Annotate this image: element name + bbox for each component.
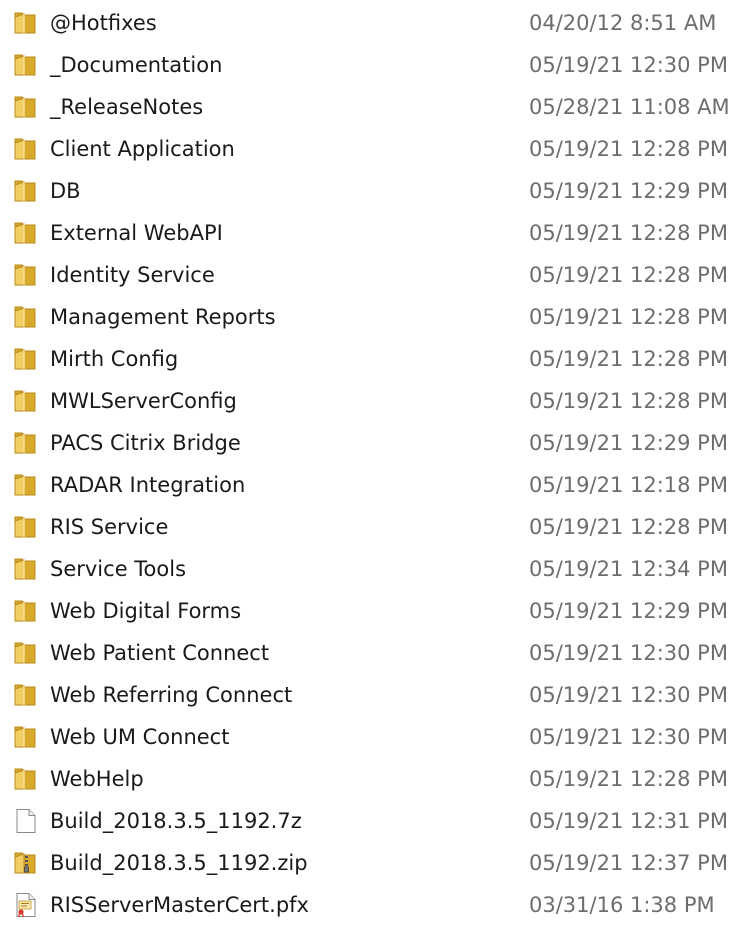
file-row[interactable]: RADAR Integration 05/19/21 12:18 PM xyxy=(0,464,730,506)
file-name: PACS Citrix Bridge xyxy=(50,431,241,455)
file-date: 05/19/21 12:29 PM xyxy=(529,179,728,203)
folder-icon xyxy=(12,346,40,372)
file-row[interactable]: DB 05/19/21 12:29 PM xyxy=(0,170,730,212)
file-name: MWLServerConfig xyxy=(50,389,237,413)
file-date: 05/19/21 12:30 PM xyxy=(529,53,728,77)
file-name: Management Reports xyxy=(50,305,276,329)
folder-icon xyxy=(12,52,40,78)
file-date: 05/19/21 12:29 PM xyxy=(529,431,728,455)
file-date: 05/19/21 12:28 PM xyxy=(529,263,728,287)
file-row[interactable]: RIS Service 05/19/21 12:28 PM xyxy=(0,506,730,548)
file-row[interactable]: Client Application 05/19/21 12:28 PM xyxy=(0,128,730,170)
file-date: 04/20/12 8:51 AM xyxy=(529,11,717,35)
folder-icon xyxy=(12,178,40,204)
file-date: 05/19/21 12:28 PM xyxy=(529,347,728,371)
file-name: Web Referring Connect xyxy=(50,683,293,707)
folder-icon xyxy=(12,220,40,246)
file-date: 05/19/21 12:28 PM xyxy=(529,515,728,539)
file-date: 05/19/21 12:30 PM xyxy=(529,683,728,707)
file-row[interactable]: _ReleaseNotes 05/28/21 11:08 AM xyxy=(0,86,730,128)
file-date: 05/19/21 12:30 PM xyxy=(529,641,728,665)
file-row[interactable]: WebHelp 05/19/21 12:28 PM xyxy=(0,758,730,800)
file-name: Web Patient Connect xyxy=(50,641,270,665)
file-date: 05/19/21 12:29 PM xyxy=(529,599,728,623)
folder-icon xyxy=(12,598,40,624)
folder-icon xyxy=(12,10,40,36)
folder-icon xyxy=(12,640,40,666)
file-name: _ReleaseNotes xyxy=(50,95,204,119)
file-date: 05/19/21 12:31 PM xyxy=(529,809,728,833)
file-name: Web Digital Forms xyxy=(50,599,242,623)
folder-icon xyxy=(12,556,40,582)
file-name: Web UM Connect xyxy=(50,725,230,749)
file-name: Build_2018.3.5_1192.7z xyxy=(50,809,302,833)
file-list: @Hotfixes 04/20/12 8:51 AM _Documentatio… xyxy=(0,0,730,920)
file-name: Identity Service xyxy=(50,263,215,287)
file-date: 05/19/21 12:37 PM xyxy=(529,851,728,875)
blank-file-icon xyxy=(12,808,40,834)
file-row[interactable]: Build_2018.3.5_1192.7z 05/19/21 12:31 PM xyxy=(0,800,730,842)
folder-icon xyxy=(12,430,40,456)
folder-icon xyxy=(12,682,40,708)
file-row[interactable]: Web UM Connect 05/19/21 12:30 PM xyxy=(0,716,730,758)
file-row[interactable]: Web Digital Forms 05/19/21 12:29 PM xyxy=(0,590,730,632)
file-date: 05/28/21 11:08 AM xyxy=(529,95,730,119)
file-row[interactable]: Management Reports 05/19/21 12:28 PM xyxy=(0,296,730,338)
file-name: External WebAPI xyxy=(50,221,223,245)
file-date: 05/19/21 12:18 PM xyxy=(529,473,728,497)
folder-icon xyxy=(12,514,40,540)
file-name: Client Application xyxy=(50,137,235,161)
folder-icon xyxy=(12,94,40,120)
file-date: 05/19/21 12:28 PM xyxy=(529,221,728,245)
file-name: WebHelp xyxy=(50,767,144,791)
file-row[interactable]: PACS Citrix Bridge 05/19/21 12:29 PM xyxy=(0,422,730,464)
file-date: 05/19/21 12:28 PM xyxy=(529,389,728,413)
zip-folder-icon xyxy=(12,850,40,876)
folder-icon xyxy=(12,304,40,330)
file-row[interactable]: MWLServerConfig 05/19/21 12:28 PM xyxy=(0,380,730,422)
file-name: Service Tools xyxy=(50,557,187,581)
file-row[interactable]: External WebAPI 05/19/21 12:28 PM xyxy=(0,212,730,254)
file-date: 03/31/16 1:38 PM xyxy=(529,893,715,917)
folder-icon xyxy=(12,766,40,792)
file-row[interactable]: Build_2018.3.5_1192.zip 05/19/21 12:37 P… xyxy=(0,842,730,884)
file-row[interactable]: @Hotfixes 04/20/12 8:51 AM xyxy=(0,2,730,44)
file-date: 05/19/21 12:28 PM xyxy=(529,305,728,329)
folder-icon xyxy=(12,136,40,162)
file-date: 05/19/21 12:30 PM xyxy=(529,725,728,749)
folder-icon xyxy=(12,262,40,288)
folder-icon xyxy=(12,388,40,414)
file-name: RIS Service xyxy=(50,515,169,539)
file-name: RADAR Integration xyxy=(50,473,246,497)
folder-icon xyxy=(12,724,40,750)
file-name: RISServerMasterCert.pfx xyxy=(50,893,309,917)
file-date: 05/19/21 12:34 PM xyxy=(529,557,728,581)
file-name: @Hotfixes xyxy=(50,11,157,35)
file-row[interactable]: Web Patient Connect 05/19/21 12:30 PM xyxy=(0,632,730,674)
file-row[interactable]: Identity Service 05/19/21 12:28 PM xyxy=(0,254,730,296)
file-date: 05/19/21 12:28 PM xyxy=(529,767,728,791)
file-row[interactable]: Web Referring Connect 05/19/21 12:30 PM xyxy=(0,674,730,716)
file-name: Build_2018.3.5_1192.zip xyxy=(50,851,308,875)
folder-icon xyxy=(12,472,40,498)
file-name: Mirth Config xyxy=(50,347,179,371)
file-row[interactable]: _Documentation 05/19/21 12:30 PM xyxy=(0,44,730,86)
file-name: DB xyxy=(50,179,81,203)
file-name: _Documentation xyxy=(50,53,223,77)
file-date: 05/19/21 12:28 PM xyxy=(529,137,728,161)
certificate-icon xyxy=(12,892,40,918)
file-row[interactable]: Mirth Config 05/19/21 12:28 PM xyxy=(0,338,730,380)
file-row[interactable]: Service Tools 05/19/21 12:34 PM xyxy=(0,548,730,590)
